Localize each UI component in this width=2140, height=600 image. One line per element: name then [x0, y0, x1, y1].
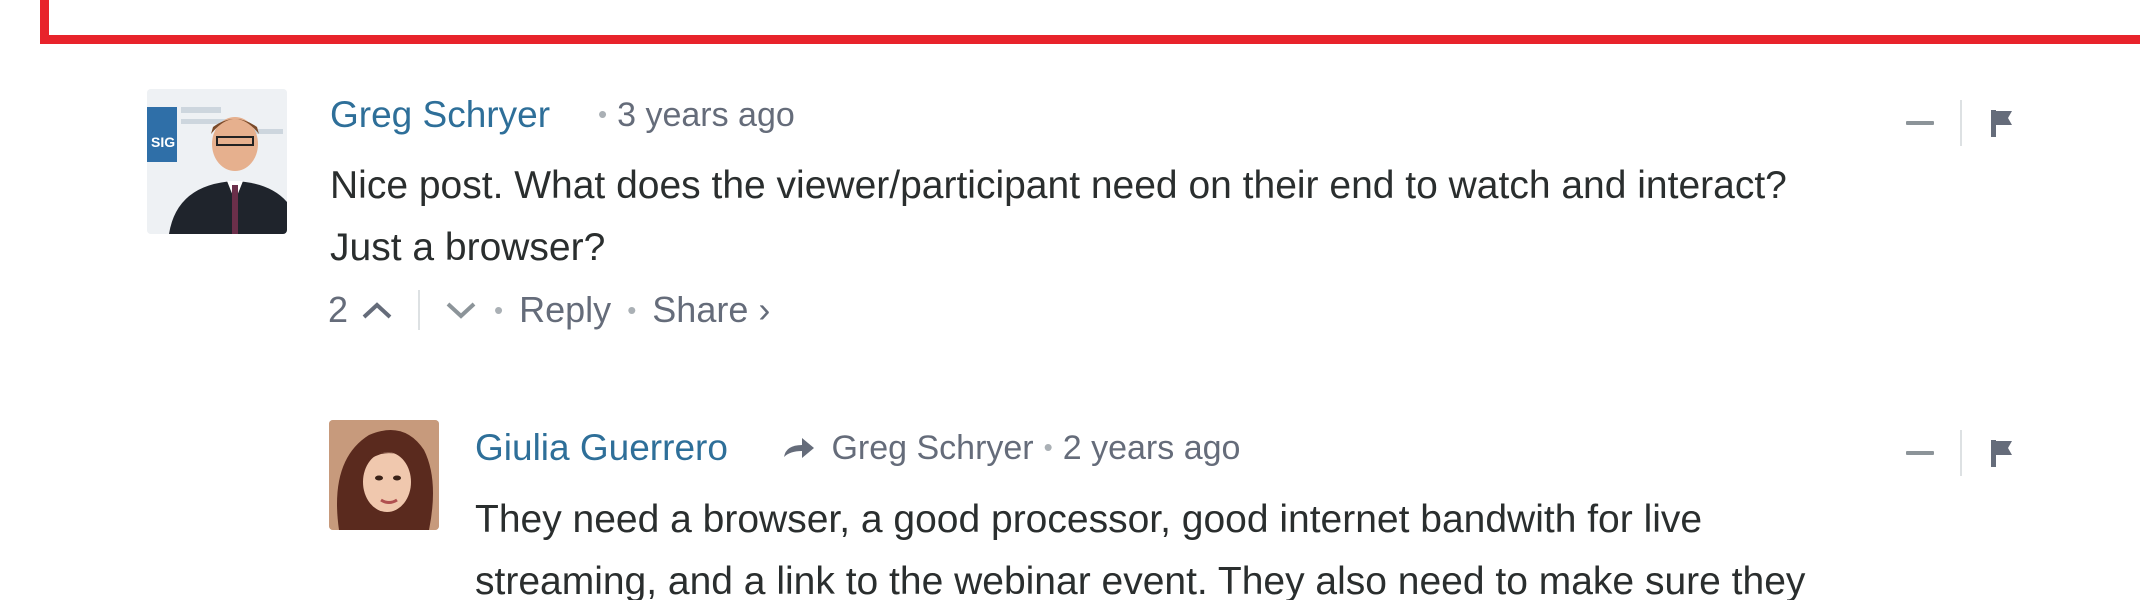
- comment-author[interactable]: Greg Schryer: [330, 94, 550, 136]
- comment-body-line: Just a browser?: [330, 226, 606, 269]
- comment-author[interactable]: Giulia Guerrero: [475, 427, 728, 469]
- comment-actions: 2 • Reply • Share ›: [328, 289, 770, 331]
- divider: [418, 290, 421, 330]
- svg-text:SIG: SIG: [151, 134, 175, 150]
- separator-dot: •: [627, 294, 637, 325]
- separator-dot: •: [598, 99, 608, 129]
- flag-icon[interactable]: [1988, 437, 2016, 469]
- highlighted-comment-box: [40, 0, 2140, 44]
- comment-body-line: They need a browser, a good processor, g…: [475, 498, 1703, 541]
- share-button[interactable]: Share ›: [652, 289, 770, 331]
- divider: [1960, 430, 1962, 476]
- comment-meta: • 3 years ago: [588, 96, 795, 135]
- reply-arrow-icon: [782, 429, 825, 467]
- avatar[interactable]: [329, 420, 439, 530]
- downvote-icon[interactable]: [444, 300, 478, 320]
- flag-icon[interactable]: [1988, 107, 2016, 139]
- comment-controls: [1906, 100, 2016, 146]
- comment-body-line: Nice post. What does the viewer/particip…: [330, 164, 1787, 207]
- comment-timestamp[interactable]: 2 years ago: [1063, 429, 1241, 467]
- reply-to-user[interactable]: Greg Schryer: [831, 429, 1033, 467]
- upvote-icon[interactable]: [360, 300, 394, 320]
- collapse-icon[interactable]: [1906, 121, 1934, 125]
- separator-dot: •: [1043, 432, 1053, 462]
- avatar-image: SIG: [147, 89, 287, 234]
- comment-body-line: streaming, and a link to the webinar eve…: [475, 560, 1806, 600]
- separator-dot: •: [494, 294, 504, 325]
- comment-timestamp[interactable]: 3 years ago: [617, 96, 795, 134]
- avatar[interactable]: SIG: [147, 89, 287, 234]
- comment-controls: [1906, 430, 2016, 476]
- comment-meta: Greg Schryer • 2 years ago: [782, 429, 1240, 468]
- reply-button[interactable]: Reply: [519, 289, 611, 331]
- divider: [1960, 100, 1962, 146]
- vote-count: 2: [328, 289, 349, 330]
- collapse-icon[interactable]: [1906, 451, 1934, 455]
- avatar-image: [329, 420, 439, 530]
- comment-thread: SIG Greg Schryer • 3 years ago Nice post…: [0, 0, 2140, 600]
